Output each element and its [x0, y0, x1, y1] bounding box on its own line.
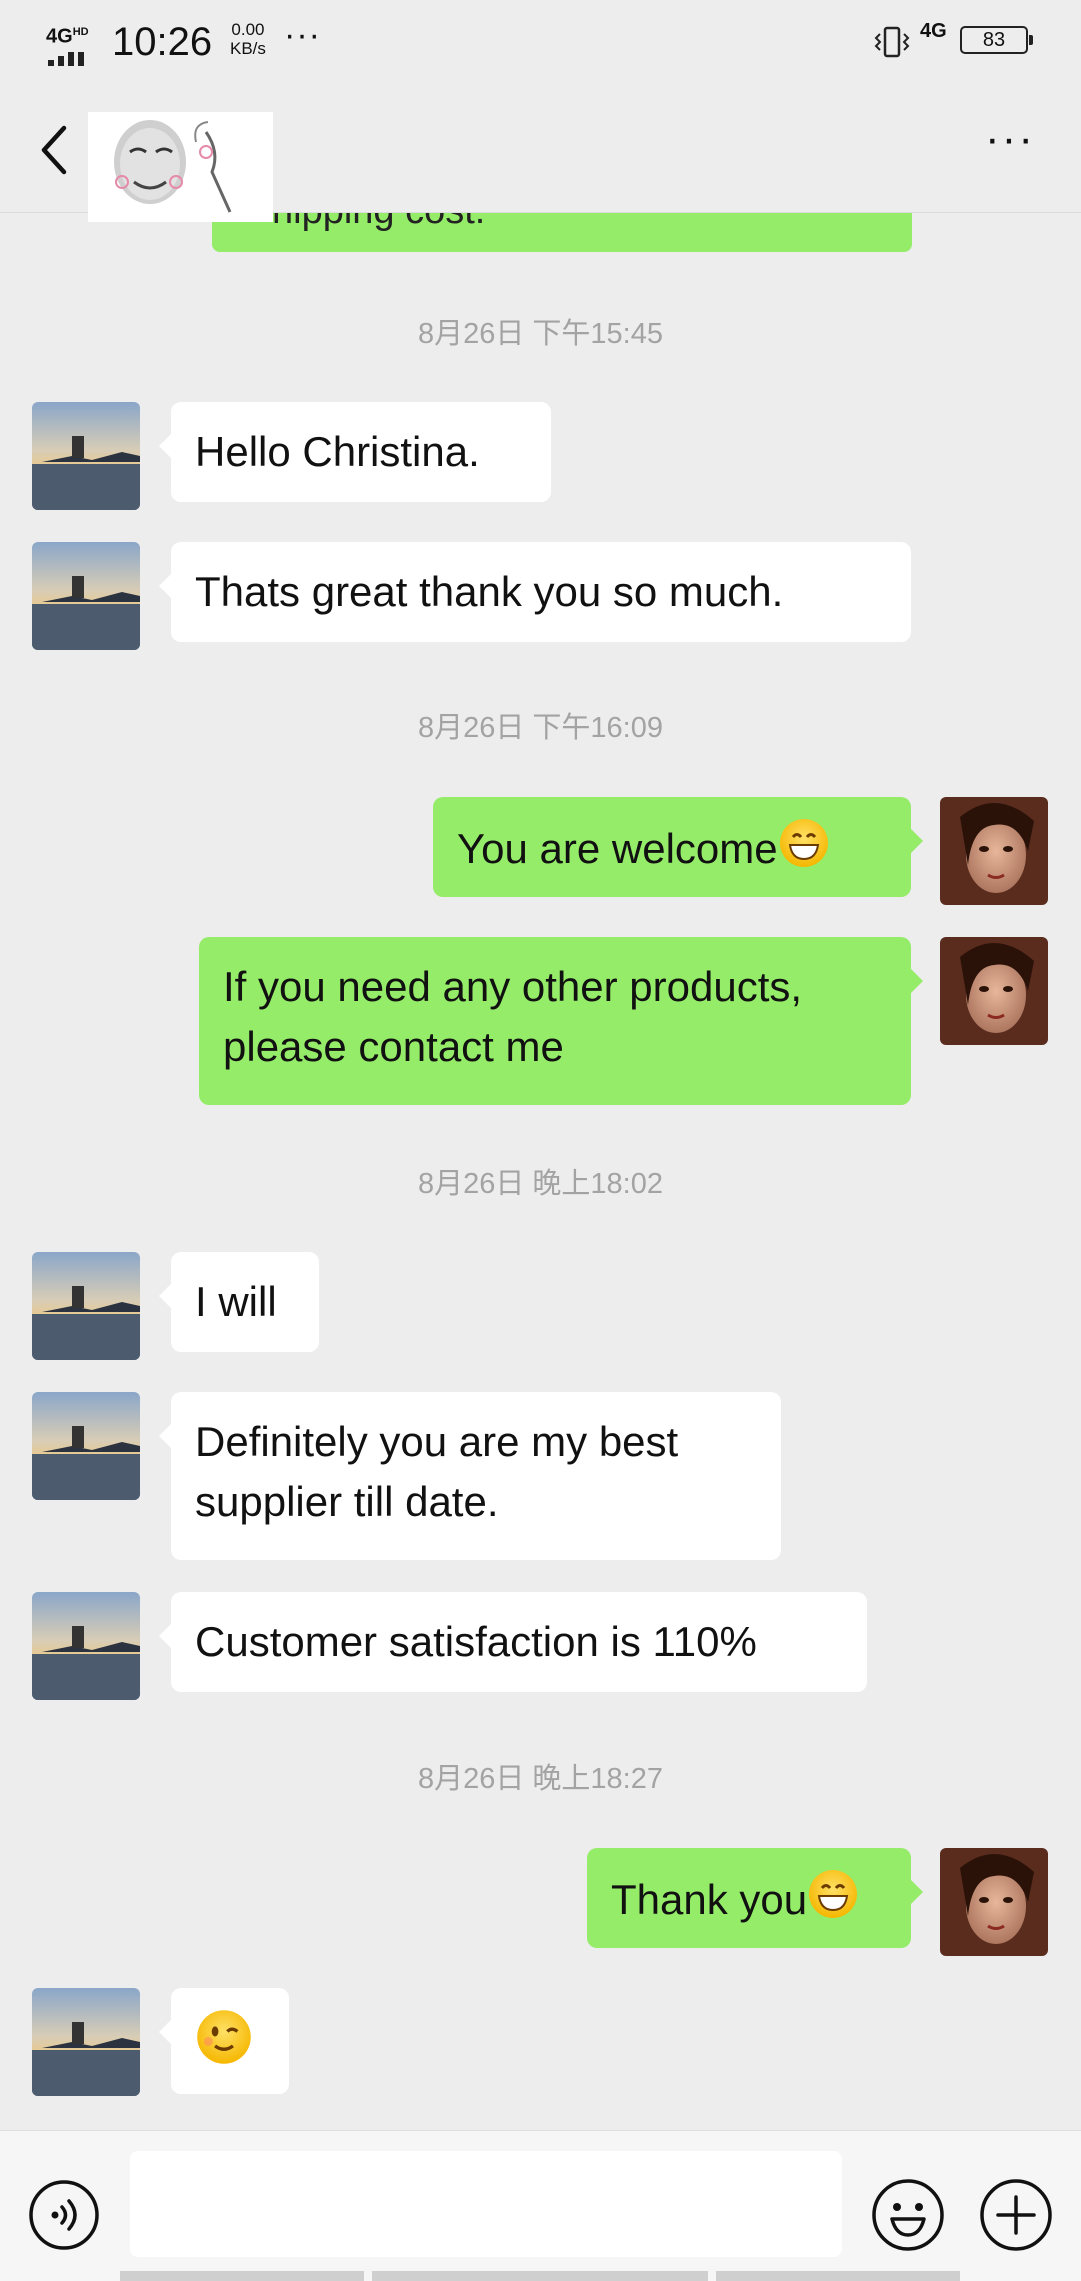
- voice-icon[interactable]: [28, 2179, 100, 2251]
- battery-level: 83: [982, 29, 1006, 51]
- contact-avatar[interactable]: [32, 542, 140, 650]
- network-type-left: 4G: [46, 25, 73, 48]
- network-type-right: 4G: [920, 20, 947, 42]
- more-options-button[interactable]: ···: [970, 114, 1050, 174]
- incoming-message-bubble[interactable]: Definitely you are my best supplier till…: [159, 1392, 781, 1560]
- outgoing-message-bubble[interactable]: Thank you: [587, 1848, 923, 1948]
- contact-avatar[interactable]: [32, 1592, 140, 1700]
- network-hd-badge: HD: [72, 26, 89, 38]
- emoji-icon[interactable]: [870, 2177, 946, 2253]
- network-speed-unit: KB/s: [230, 39, 266, 58]
- status-more-dots: ···: [284, 16, 321, 54]
- wink-emoji-icon: [197, 2010, 251, 2064]
- contact-avatar[interactable]: [32, 402, 140, 510]
- timestamp: 8月26日 晚上18:02: [417, 1168, 663, 1200]
- status-bar: 4GHD 10:26 0.00 KB/s ··· 4G 83: [0, 0, 1081, 84]
- message-text: Thats great thank you so much.: [195, 568, 784, 615]
- timestamp: 8月26日 下午15:45: [417, 318, 663, 350]
- message-text-line: If you need any other products,: [223, 963, 803, 1010]
- chat-header: ···: [0, 84, 1081, 222]
- network-speed-value: 0.00: [231, 20, 265, 39]
- message-text-input[interactable]: [130, 2151, 842, 2257]
- message-text-line: supplier till date.: [195, 1478, 499, 1525]
- contact-avatar[interactable]: [32, 1392, 140, 1500]
- outgoing-message-bubble[interactable]: You are welcome: [433, 797, 923, 897]
- message-text-line: please contact me: [223, 1023, 564, 1070]
- incoming-message-bubble[interactable]: I will: [159, 1252, 319, 1352]
- message-list: hipping cost. 8月26日 下午15:45 Hello Christ…: [0, 212, 1081, 2130]
- signal-indicator: 4GHD: [46, 22, 98, 66]
- grin-emoji-icon: [779, 819, 828, 867]
- message-text: You are welcome: [457, 825, 778, 872]
- message-text: Hello Christina.: [195, 428, 480, 475]
- incoming-message-bubble[interactable]: [159, 1988, 289, 2094]
- message-text: Thank you: [611, 1876, 808, 1923]
- grin-emoji-icon: [809, 1870, 858, 1918]
- timestamp: 8月26日 晚上18:27: [417, 1763, 663, 1795]
- my-avatar[interactable]: [940, 1848, 1048, 1956]
- contact-avatar[interactable]: [32, 1988, 140, 2096]
- partial-outgoing-message[interactable]: hipping cost.: [212, 212, 912, 252]
- vibrate-icon: [874, 26, 910, 58]
- network-speed: 0.00 KB/s: [230, 20, 266, 58]
- plus-icon[interactable]: [978, 2177, 1054, 2253]
- outgoing-message-bubble[interactable]: If you need any other products, please c…: [199, 937, 923, 1105]
- contact-sticker-avatar[interactable]: [88, 112, 273, 222]
- message-text: Customer satisfaction is 110%: [195, 1618, 757, 1665]
- incoming-message-bubble[interactable]: Customer satisfaction is 110%: [159, 1592, 867, 1692]
- my-avatar[interactable]: [940, 797, 1048, 905]
- message-text: I will: [195, 1278, 277, 1325]
- incoming-message-bubble[interactable]: Thats great thank you so much.: [159, 542, 911, 642]
- incoming-message-bubble[interactable]: Hello Christina.: [159, 402, 551, 502]
- timestamp: 8月26日 下午16:09: [417, 712, 663, 744]
- signal-bars-icon: [48, 48, 88, 66]
- message-text-line: Definitely you are my best: [195, 1418, 679, 1465]
- my-avatar[interactable]: [940, 937, 1048, 1045]
- battery-icon: 83: [960, 26, 1033, 54]
- status-time: 10:26: [112, 20, 213, 64]
- partial-message-text: hipping cost.: [272, 212, 485, 233]
- chevron-left-icon[interactable]: [30, 120, 80, 180]
- message-input-bar: [0, 2130, 1081, 2281]
- contact-avatar[interactable]: [32, 1252, 140, 1360]
